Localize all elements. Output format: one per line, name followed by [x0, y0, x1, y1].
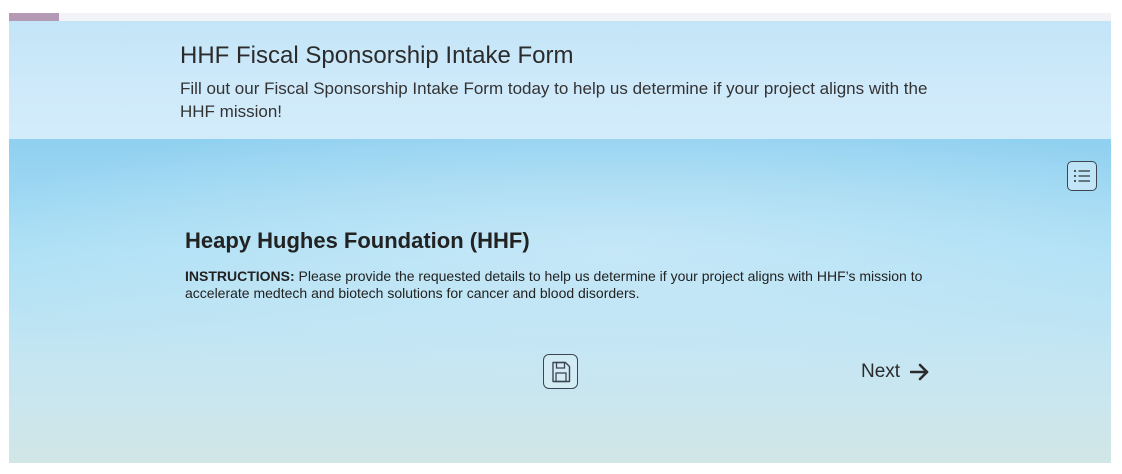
- instructions-label: INSTRUCTIONS:: [185, 268, 295, 284]
- organization-title: Heapy Hughes Foundation (HHF): [185, 228, 530, 253]
- next-button[interactable]: Next: [861, 358, 930, 386]
- form-frame: HHF Fiscal Sponsorship Intake Form Fill …: [9, 13, 1111, 463]
- top-bar: [9, 13, 1111, 21]
- table-of-contents-button[interactable]: [1067, 161, 1097, 191]
- top-bar-accent: [9, 13, 59, 21]
- list-icon: [1073, 168, 1091, 184]
- page-title: HHF Fiscal Sponsorship Intake Form: [180, 42, 574, 69]
- instructions-text: INSTRUCTIONS: Please provide the request…: [185, 268, 925, 302]
- form-header: HHF Fiscal Sponsorship Intake Form Fill …: [9, 21, 1111, 139]
- page-subtitle: Fill out our Fiscal Sponsorship Intake F…: [180, 79, 928, 121]
- instructions-body: Please provide the requested details to …: [185, 268, 923, 301]
- save-button[interactable]: [543, 354, 578, 389]
- save-icon: [551, 361, 571, 383]
- next-label: Next: [861, 361, 901, 382]
- form-body: Heapy Hughes Foundation (HHF) INSTRUCTIO…: [9, 139, 1111, 463]
- arrow-right-icon: [910, 363, 930, 381]
